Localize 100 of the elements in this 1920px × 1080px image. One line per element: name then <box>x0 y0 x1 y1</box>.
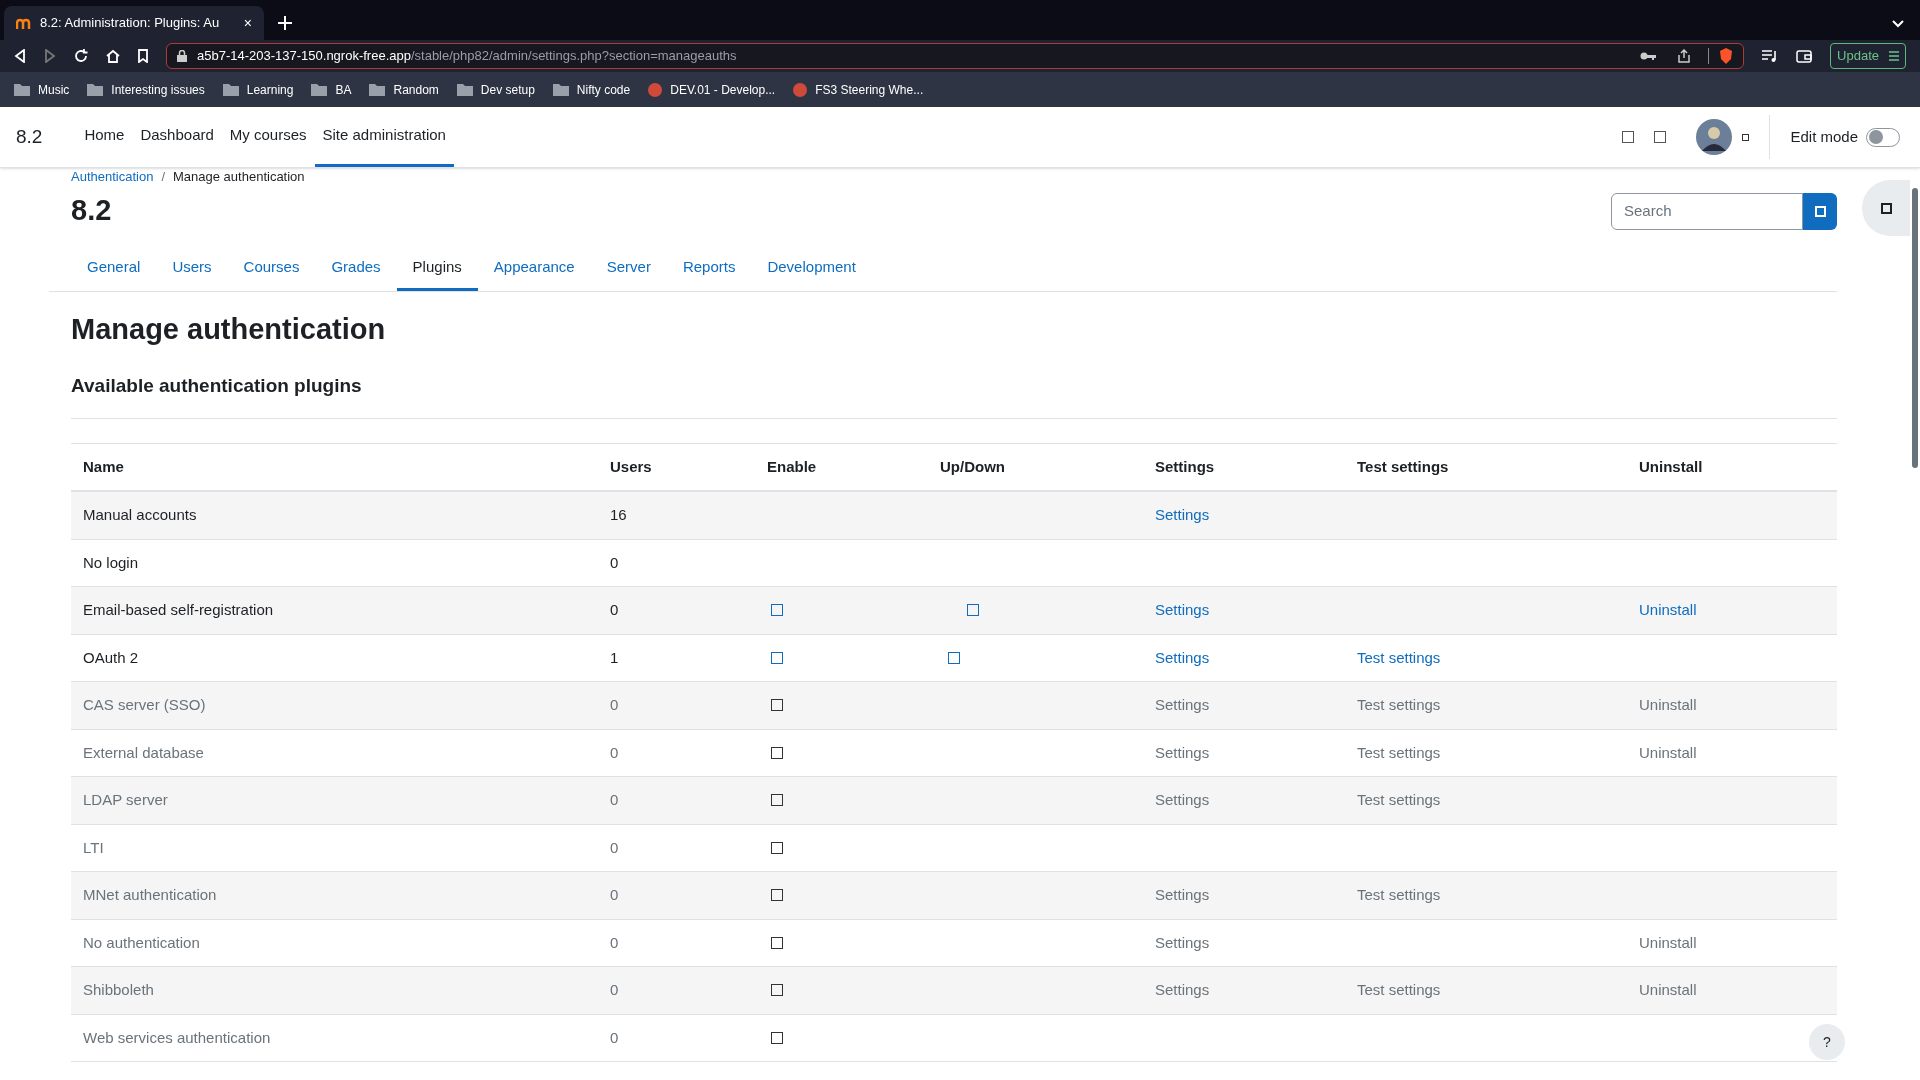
table-link[interactable]: Settings <box>1155 743 1210 761</box>
square-icon[interactable] <box>771 794 783 807</box>
folder-icon <box>311 83 328 96</box>
square-icon[interactable] <box>771 1031 783 1044</box>
table-link[interactable]: Test settings <box>1357 648 1441 666</box>
table-link[interactable]: Settings <box>1155 981 1210 998</box>
table-link[interactable]: Settings <box>1155 506 1210 523</box>
table-cell-text: Email-based self-registration <box>83 600 275 620</box>
table-cell-text: 0 <box>610 695 620 715</box>
search-field[interactable]: Search <box>1611 192 1803 230</box>
breadcrumb-current: Manage authentication <box>173 168 305 187</box>
chevron-down-icon[interactable] <box>1892 20 1904 28</box>
table-link[interactable]: Uninstall <box>1639 933 1697 951</box>
nav-link[interactable]: My courses <box>221 107 315 167</box>
close-icon[interactable]: × <box>243 12 252 34</box>
tab[interactable]: Development <box>751 246 872 291</box>
tab-title: 8.2: Administration: Plugins: Au <box>40 14 220 33</box>
breadcrumb-link[interactable]: Authentication <box>71 168 154 187</box>
table-link[interactable]: Settings <box>1155 648 1210 666</box>
tab[interactable]: Grades <box>315 246 397 291</box>
bookmark[interactable]: Learning <box>246 80 294 99</box>
table-link[interactable]: Uninstall <box>1639 601 1697 618</box>
table-cell-text: 0 <box>610 790 620 810</box>
table-link[interactable]: Test settings <box>1357 791 1441 808</box>
browser-tab[interactable]: 8.2: Administration: Plugins: Au × <box>4 6 264 40</box>
bookmark[interactable]: Nifty code <box>576 80 631 99</box>
table-link[interactable]: Uninstall <box>1639 743 1697 761</box>
tab[interactable]: Server <box>590 246 667 291</box>
tab[interactable]: Reports <box>666 246 752 291</box>
help-button[interactable]: ? <box>1809 1024 1845 1060</box>
table-cell-text: 0 <box>610 885 620 905</box>
column-header: Users <box>610 456 653 477</box>
tab[interactable]: Appearance <box>477 246 591 291</box>
nav-link[interactable]: Dashboard <box>132 107 222 167</box>
square-icon[interactable] <box>1622 131 1635 143</box>
folder-icon <box>14 83 30 96</box>
tab[interactable]: General <box>71 246 157 291</box>
bookmark[interactable]: DEV.01 - Develop... <box>670 80 776 99</box>
bookmark[interactable]: Random <box>393 80 439 99</box>
avatar[interactable] <box>1696 119 1733 155</box>
square-icon[interactable] <box>771 651 783 664</box>
key-icon[interactable] <box>1640 51 1657 61</box>
drawer-toggle-button[interactable] <box>1862 180 1910 236</box>
tab[interactable]: Users <box>156 246 228 291</box>
table-cell-text: Shibboleth <box>83 980 155 1000</box>
share-icon[interactable] <box>1678 49 1691 63</box>
table-link[interactable]: Test settings <box>1357 743 1441 761</box>
table-link[interactable]: Settings <box>1155 886 1210 903</box>
square-icon[interactable] <box>948 651 960 664</box>
plus-icon[interactable] <box>278 16 292 30</box>
table-link[interactable]: Settings <box>1155 696 1210 713</box>
table-link[interactable]: Test settings <box>1357 886 1441 903</box>
bookmark[interactable]: Interesting issues <box>111 80 205 99</box>
nav-link[interactable]: Site administration <box>314 107 454 167</box>
square-icon[interactable] <box>771 841 783 854</box>
tab[interactable]: Plugins <box>396 246 478 291</box>
reload-icon[interactable] <box>74 49 88 63</box>
update-button[interactable]: Update <box>1830 43 1906 69</box>
tab[interactable]: Courses <box>227 246 316 291</box>
table-link[interactable]: Uninstall <box>1639 696 1697 713</box>
table-link[interactable]: Settings <box>1155 791 1210 808</box>
lock-icon <box>177 50 187 62</box>
table-link[interactable]: Test settings <box>1357 981 1441 998</box>
search-button[interactable] <box>1803 192 1837 230</box>
bookmark[interactable]: Music <box>38 80 70 99</box>
scrollbar[interactable] <box>1912 188 1918 468</box>
square-icon[interactable] <box>771 699 783 712</box>
square-icon[interactable] <box>1654 131 1667 143</box>
forward-icon[interactable] <box>44 49 56 63</box>
address-bar[interactable]: a5b7-14-203-137-150.ngrok-free.app/stable/php82/admin/settings.php?section=manageauths <box>166 43 1745 69</box>
table-cell-text: External database <box>83 742 205 763</box>
back-icon[interactable] <box>14 49 26 63</box>
column-header: Enable <box>767 456 818 477</box>
folder-icon <box>87 83 104 96</box>
bookmark[interactable]: Dev setup <box>480 80 535 99</box>
edit-mode-switch[interactable] <box>1866 127 1900 147</box>
square-icon[interactable] <box>771 936 783 949</box>
wallet-icon[interactable] <box>1796 49 1813 63</box>
site-icon <box>648 82 663 97</box>
bookmark[interactable]: FS3 Steering Whe... <box>815 80 924 99</box>
table-cell-text: No authentication <box>83 932 201 953</box>
nav-link[interactable]: Home <box>76 107 133 167</box>
playlist-icon[interactable] <box>1762 49 1779 63</box>
table-link[interactable]: Uninstall <box>1639 981 1697 998</box>
url-text: a5b7-14-203-137-150.ngrok-free.app/stable/php82/admin/settings.php?section=manageauths <box>197 47 738 66</box>
table-cell-text: MNet authentication <box>83 885 218 905</box>
shield-icon[interactable] <box>1719 48 1734 64</box>
square-icon[interactable] <box>771 889 783 902</box>
table-link[interactable]: Settings <box>1155 933 1210 951</box>
brand-text[interactable]: 8.2 <box>16 122 43 152</box>
bookmark-icon[interactable] <box>138 49 148 63</box>
square-icon[interactable] <box>771 746 783 759</box>
home-icon[interactable] <box>106 49 120 63</box>
square-icon[interactable] <box>771 984 783 997</box>
bookmark[interactable]: BA <box>335 80 352 99</box>
table-cell-text: 0 <box>610 980 620 1000</box>
table-link[interactable]: Settings <box>1155 601 1210 618</box>
table-link[interactable]: Test settings <box>1357 696 1441 713</box>
caret-icon[interactable] <box>1742 133 1750 141</box>
column-header: Up/Down <box>940 456 1006 477</box>
